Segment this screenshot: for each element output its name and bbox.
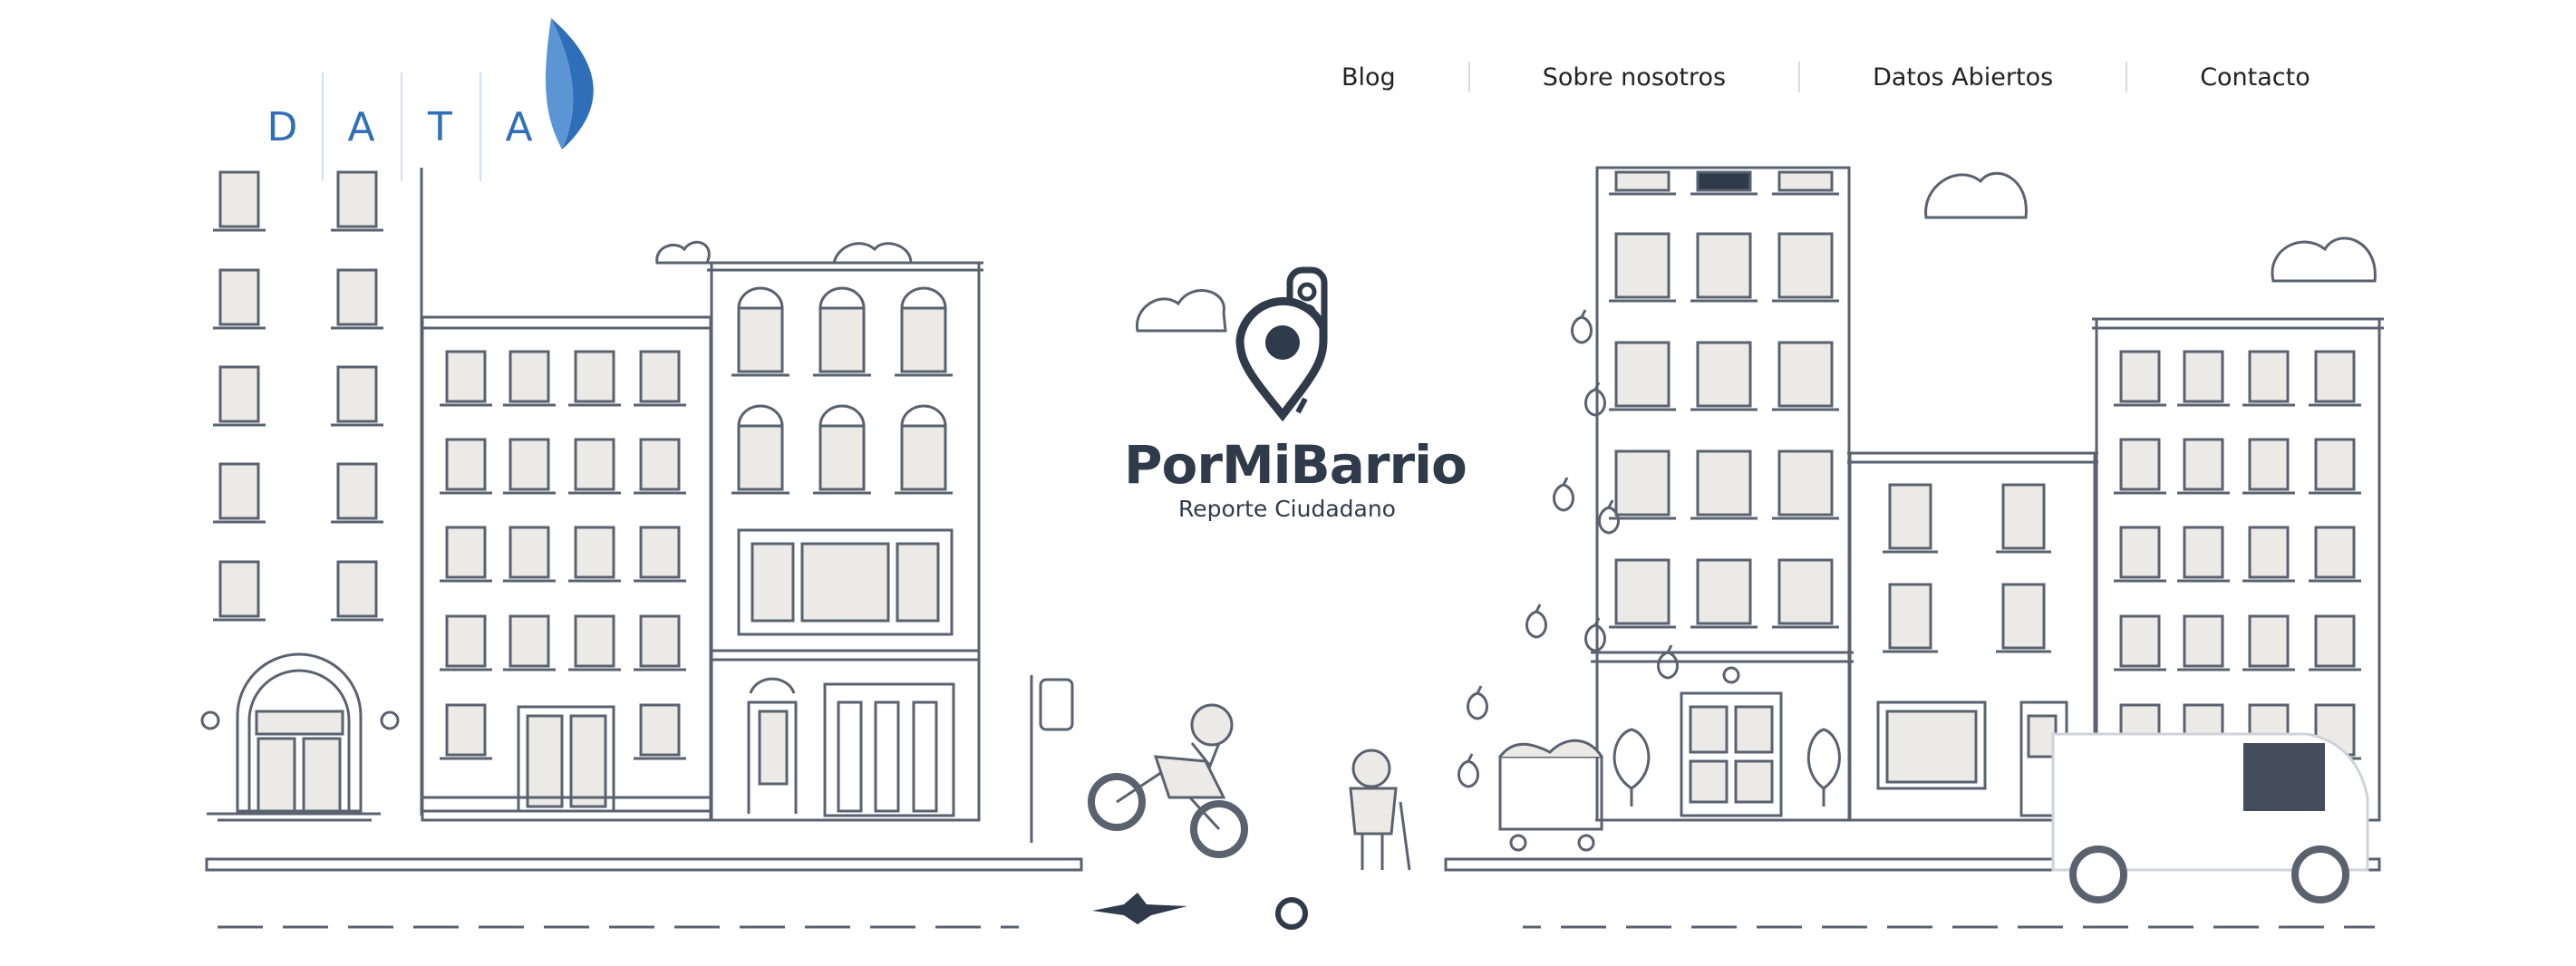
window bbox=[1614, 170, 1671, 192]
window bbox=[445, 703, 487, 757]
window bbox=[218, 560, 260, 618]
window bbox=[2183, 614, 2224, 668]
window bbox=[1777, 341, 1834, 408]
window bbox=[2248, 614, 2290, 668]
main-nav: Blog Sobre nosotros Datos Abiertos Conta… bbox=[1305, 54, 2383, 100]
window bbox=[2183, 350, 2224, 403]
window bbox=[336, 365, 378, 423]
logo-letter: A bbox=[505, 103, 535, 150]
window bbox=[1696, 558, 1752, 625]
window bbox=[2248, 438, 2290, 491]
window bbox=[508, 526, 550, 579]
pormibarrio-logo: PorMiBarrio Reporte Ciudadano bbox=[1124, 263, 1467, 522]
window bbox=[2183, 526, 2224, 579]
window bbox=[508, 438, 550, 491]
window bbox=[1777, 558, 1834, 625]
window bbox=[336, 268, 378, 326]
window bbox=[2001, 483, 2046, 550]
window bbox=[1696, 232, 1752, 299]
window bbox=[2183, 438, 2224, 491]
window bbox=[737, 424, 784, 491]
window bbox=[2314, 350, 2356, 403]
window bbox=[1614, 341, 1671, 408]
window bbox=[445, 350, 487, 403]
window bbox=[574, 350, 615, 403]
map-pin-traffic-light-icon bbox=[1235, 266, 1328, 422]
window bbox=[900, 306, 947, 373]
window bbox=[1696, 170, 1752, 192]
window bbox=[2119, 614, 2161, 668]
window bbox=[1614, 449, 1671, 517]
window bbox=[818, 306, 866, 373]
window bbox=[900, 424, 947, 491]
brand-subtitle: Reporte Ciudadano bbox=[1178, 496, 1396, 522]
window bbox=[2119, 438, 2161, 491]
window bbox=[574, 438, 615, 491]
window bbox=[1614, 558, 1671, 625]
window bbox=[2119, 350, 2161, 403]
window bbox=[1614, 232, 1671, 299]
window bbox=[218, 462, 260, 520]
window bbox=[218, 170, 260, 228]
window bbox=[2001, 583, 2046, 650]
logo-letter: D bbox=[266, 103, 300, 150]
slide-indicator-dot[interactable] bbox=[1275, 897, 1308, 930]
window bbox=[639, 438, 681, 491]
window bbox=[574, 526, 615, 579]
brand-title: PorMiBarrio bbox=[1124, 434, 1467, 496]
window bbox=[508, 350, 550, 403]
logo-letter: T bbox=[428, 103, 454, 150]
window bbox=[1696, 449, 1752, 517]
window bbox=[639, 526, 681, 579]
window bbox=[737, 306, 784, 373]
nav-link-contacto[interactable]: Contacto bbox=[2127, 63, 2383, 92]
window bbox=[336, 462, 378, 520]
window bbox=[2314, 438, 2356, 491]
window bbox=[445, 526, 487, 579]
data-logo[interactable]: D A T A bbox=[245, 14, 616, 181]
window bbox=[2314, 526, 2356, 579]
window bbox=[336, 560, 378, 618]
window bbox=[218, 365, 260, 423]
window bbox=[2314, 614, 2356, 668]
window bbox=[508, 614, 550, 668]
window bbox=[218, 268, 260, 326]
window bbox=[445, 614, 487, 668]
window bbox=[639, 703, 681, 757]
nav-link-sobre-nosotros[interactable]: Sobre nosotros bbox=[1470, 63, 1798, 92]
window bbox=[639, 350, 681, 403]
nav-link-datos-abiertos[interactable]: Datos Abiertos bbox=[1800, 63, 2126, 92]
window bbox=[2119, 526, 2161, 579]
window bbox=[574, 614, 615, 668]
window bbox=[1777, 170, 1834, 192]
window bbox=[639, 614, 681, 668]
logo-letter: A bbox=[347, 103, 377, 150]
window bbox=[1777, 449, 1834, 517]
window bbox=[336, 170, 378, 228]
nav-link-blog[interactable]: Blog bbox=[1305, 63, 1468, 92]
window bbox=[1888, 583, 1932, 650]
window bbox=[1696, 341, 1752, 408]
window bbox=[2248, 350, 2290, 403]
window bbox=[445, 438, 487, 491]
window bbox=[2248, 526, 2290, 579]
window bbox=[1888, 483, 1932, 550]
window bbox=[1777, 232, 1834, 299]
window bbox=[818, 424, 866, 491]
